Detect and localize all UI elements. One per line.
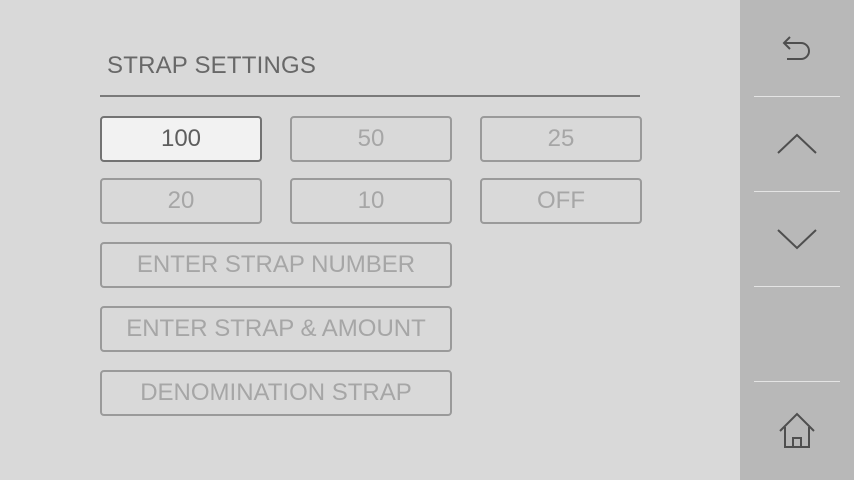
back-button[interactable] <box>740 0 854 96</box>
enter-strap-amount-button[interactable]: ENTER STRAP & AMOUNT <box>100 306 452 352</box>
down-arrow-icon <box>777 229 817 250</box>
denomination-strap-button[interactable]: DENOMINATION STRAP <box>100 370 452 416</box>
scroll-up-button[interactable] <box>740 97 854 191</box>
home-button[interactable] <box>740 382 854 480</box>
sidebar-divider <box>754 286 840 287</box>
strap-option-50[interactable]: 50 <box>290 116 452 162</box>
scroll-down-button[interactable] <box>740 192 854 286</box>
title-divider <box>100 95 640 97</box>
page-title: STRAP SETTINGS <box>107 52 317 79</box>
sidebar <box>740 0 854 480</box>
strap-option-100[interactable]: 100 <box>100 116 262 162</box>
back-icon <box>782 36 810 60</box>
enter-strap-number-button[interactable]: ENTER STRAP NUMBER <box>100 242 452 288</box>
strap-option-off[interactable]: OFF <box>480 178 642 224</box>
main-panel: STRAP SETTINGS 100 50 25 20 10 OFF ENTER… <box>0 0 740 480</box>
up-arrow-icon <box>777 133 817 154</box>
home-icon <box>779 412 815 448</box>
strap-option-25[interactable]: 25 <box>480 116 642 162</box>
strap-option-10[interactable]: 10 <box>290 178 452 224</box>
strap-option-20[interactable]: 20 <box>100 178 262 224</box>
